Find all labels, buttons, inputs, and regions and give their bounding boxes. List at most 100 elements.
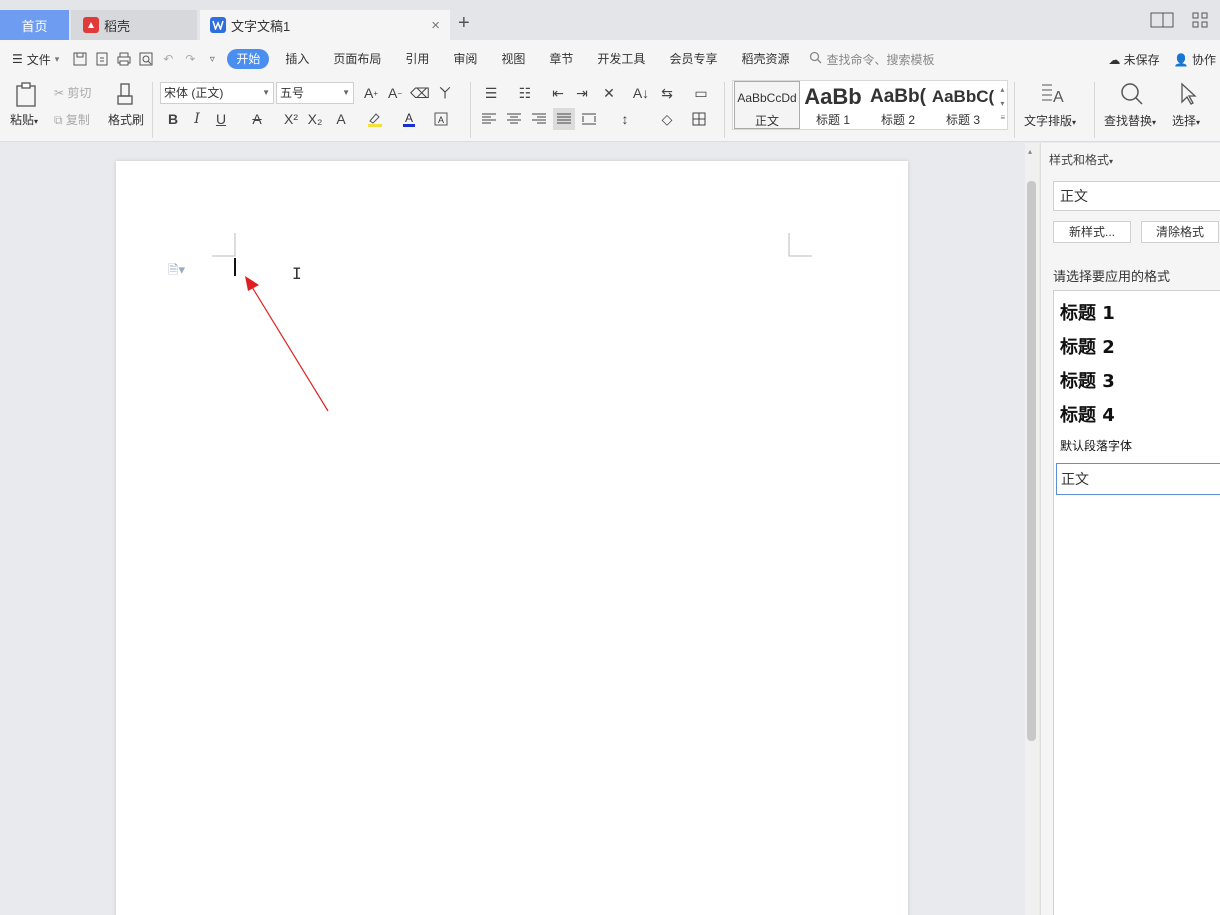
undo-icon[interactable]: ↶ bbox=[157, 48, 179, 70]
scroll-up-icon[interactable]: ▴ bbox=[1028, 147, 1032, 156]
brush-icon[interactable] bbox=[115, 82, 135, 111]
tab-daoke[interactable]: 稻壳 bbox=[71, 10, 197, 40]
style-list-item[interactable]: 标题 3 bbox=[1060, 367, 1115, 393]
font-color-icon[interactable]: A bbox=[398, 108, 420, 130]
pointer-icon[interactable] bbox=[1178, 82, 1198, 109]
line-spacing-icon[interactable]: ↕ bbox=[614, 108, 636, 130]
styles-panel-title[interactable]: 样式和格式▾ bbox=[1049, 151, 1113, 168]
close-tab-icon[interactable]: × bbox=[431, 17, 440, 34]
superscript-icon[interactable]: X² bbox=[280, 108, 302, 130]
style-list-item[interactable]: 默认段落字体 bbox=[1060, 437, 1132, 454]
copy-button[interactable]: ⧉ 复制 bbox=[54, 111, 90, 128]
style-heading-2[interactable]: AaBb( 标题 2 bbox=[865, 81, 931, 129]
document-area: 🗎▾ I bbox=[0, 143, 1025, 915]
font-name-select[interactable]: 宋体 (正文) ▼ bbox=[160, 82, 274, 104]
borders-icon[interactable] bbox=[688, 108, 710, 130]
new-tab-button[interactable]: + bbox=[458, 12, 470, 35]
format-painter-button[interactable]: 格式刷 bbox=[108, 111, 144, 128]
menu-review[interactable]: 审阅 bbox=[441, 49, 489, 69]
vertical-scrollbar[interactable]: ▴ bbox=[1025, 143, 1039, 915]
tab-document[interactable]: 文字文稿1 × bbox=[200, 10, 450, 40]
print-icon[interactable] bbox=[113, 48, 135, 70]
underline-icon[interactable]: U bbox=[210, 108, 232, 130]
italic-icon[interactable]: I bbox=[186, 108, 208, 130]
shrink-font-icon[interactable]: A − bbox=[384, 82, 406, 104]
menu-insert[interactable]: 插入 bbox=[273, 49, 321, 69]
page-view-icon[interactable] bbox=[1150, 12, 1174, 31]
clear-format-icon[interactable]: ⌫ bbox=[409, 82, 431, 104]
export-pdf-icon[interactable] bbox=[91, 48, 113, 70]
menu-page-layout[interactable]: 页面布局 bbox=[321, 49, 393, 69]
menu-section[interactable]: 章节 bbox=[537, 49, 585, 69]
style-list-item[interactable]: 标题 4 bbox=[1060, 401, 1115, 427]
text-direction-icon[interactable]: ⇆ bbox=[656, 82, 678, 104]
current-style-field[interactable]: 正文 bbox=[1053, 181, 1220, 211]
scroll-thumb[interactable] bbox=[1027, 181, 1036, 741]
style-list-item[interactable]: 标题 1 bbox=[1060, 299, 1115, 325]
grow-font-icon[interactable]: A + bbox=[360, 82, 382, 104]
menu-view[interactable]: 视图 bbox=[489, 49, 537, 69]
redo-icon[interactable]: ↷ bbox=[179, 48, 201, 70]
ribbon-toolbar: 粘贴▾ ✂ 剪切 ⧉ 复制 格式刷 宋体 (正文) ▼ 五号 ▼ A + A − ⌫ ㄚ… bbox=[0, 78, 1220, 142]
collaborate-button[interactable]: 👤 协作 bbox=[1174, 51, 1216, 68]
clear-format-button[interactable]: 清除格式 bbox=[1141, 221, 1219, 243]
char-border-icon[interactable]: A bbox=[430, 108, 452, 130]
cut-button[interactable]: ✂ 剪切 bbox=[54, 84, 91, 101]
numbered-list-icon[interactable]: ☷ bbox=[514, 82, 536, 104]
styles-panel-title-label: 样式和格式 bbox=[1049, 153, 1110, 167]
file-menu[interactable]: ☰ 文件 ▾ bbox=[0, 51, 69, 68]
menu-references[interactable]: 引用 bbox=[393, 49, 441, 69]
customize-toolbar-icon[interactable]: ▿ bbox=[201, 48, 223, 70]
document-page[interactable]: 🗎▾ I bbox=[116, 161, 908, 915]
unsaved-status[interactable]: ☁ 未保存 bbox=[1108, 51, 1159, 68]
menu-developer[interactable]: 开发工具 bbox=[585, 49, 657, 69]
style-heading-3[interactable]: AaBbC( 标题 3 bbox=[930, 81, 996, 129]
subscript-icon[interactable]: X₂ bbox=[304, 108, 326, 130]
shading-icon[interactable]: ◇ bbox=[656, 108, 678, 130]
align-center-icon[interactable] bbox=[503, 108, 525, 130]
tab-home[interactable]: 首页 bbox=[0, 10, 69, 40]
text-effect-icon[interactable]: A bbox=[330, 108, 352, 130]
phonetic-guide-icon[interactable]: ㄚ bbox=[434, 82, 456, 104]
clipboard-icon[interactable] bbox=[14, 82, 38, 111]
command-search[interactable]: 查找命令、搜索模板 bbox=[809, 51, 934, 68]
bold-icon[interactable]: B bbox=[162, 108, 184, 130]
svg-text:A: A bbox=[438, 115, 444, 125]
find-replace-button[interactable]: 查找替换▾ bbox=[1104, 112, 1156, 129]
highlight-icon[interactable] bbox=[364, 108, 386, 130]
save-icon[interactable] bbox=[69, 48, 91, 70]
gallery-scroll-icon[interactable]: ▴ ▾ ≡ bbox=[1000, 83, 1005, 125]
chevron-down-icon: ▾ bbox=[54, 53, 60, 64]
menu-start[interactable]: 开始 bbox=[227, 49, 270, 69]
sort-icon[interactable]: A↓ bbox=[630, 82, 652, 104]
magnifier-icon[interactable] bbox=[1120, 82, 1144, 109]
grid-apps-icon[interactable] bbox=[1192, 12, 1208, 31]
menu-member[interactable]: 会员专享 bbox=[657, 49, 729, 69]
style-list-item[interactable]: 标题 2 bbox=[1060, 333, 1115, 359]
style-sample: AaBbCcDd bbox=[737, 91, 797, 105]
style-heading-1[interactable]: AaBb 标题 1 bbox=[800, 81, 866, 129]
ribbon-separator bbox=[470, 82, 471, 138]
bullet-list-icon[interactable]: ☰ bbox=[480, 82, 502, 104]
paragraph-handle-icon[interactable]: 🗎▾ bbox=[168, 261, 185, 283]
style-list-item-selected[interactable]: 正文 bbox=[1056, 463, 1220, 495]
font-size-select[interactable]: 五号 ▼ bbox=[276, 82, 354, 104]
chinese-layout-icon[interactable]: ✕ bbox=[598, 82, 620, 104]
select-button[interactable]: 选择▾ bbox=[1172, 112, 1200, 129]
strikethrough-icon[interactable]: A bbox=[246, 108, 268, 130]
increase-indent-icon[interactable]: ⇥ bbox=[571, 82, 593, 104]
decrease-indent-icon[interactable]: ⇤ bbox=[547, 82, 569, 104]
align-left-icon[interactable] bbox=[478, 108, 500, 130]
style-list: 标题 1 标题 2 标题 3 标题 4 默认段落字体 正文 bbox=[1053, 290, 1220, 915]
show-marks-icon[interactable]: ▭ bbox=[690, 82, 712, 104]
print-preview-icon[interactable] bbox=[135, 48, 157, 70]
distributed-align-icon[interactable] bbox=[578, 108, 600, 130]
style-normal[interactable]: AaBbCcDd 正文 bbox=[734, 81, 800, 129]
text-layout-button[interactable]: 文字排版▾ bbox=[1024, 112, 1076, 129]
text-layout-icon[interactable]: A bbox=[1040, 82, 1066, 109]
justify-icon[interactable] bbox=[553, 108, 575, 130]
align-right-icon[interactable] bbox=[528, 108, 550, 130]
menu-daoke-resources[interactable]: 稻壳资源 bbox=[729, 49, 801, 69]
new-style-button[interactable]: 新样式... bbox=[1053, 221, 1131, 243]
paste-button[interactable]: 粘贴▾ bbox=[10, 111, 38, 128]
